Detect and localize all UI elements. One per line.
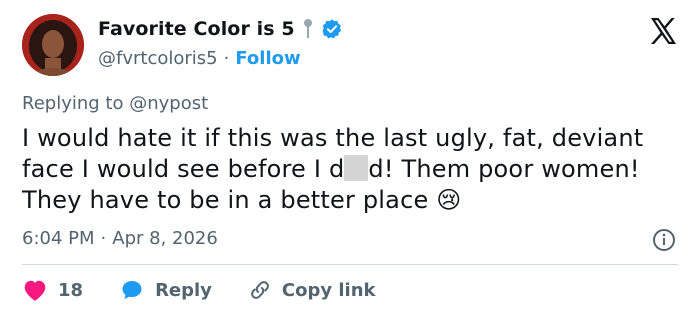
replying-to: Replying to @nypost (22, 93, 208, 114)
link-icon (251, 281, 269, 299)
heart-icon (24, 280, 46, 301)
tweet-timestamp[interactable]: 6:04 PM · Apr 8, 2026 (22, 228, 218, 249)
reply-icon (122, 281, 142, 299)
copy-link-label: Copy link (281, 279, 376, 301)
verified-badge-icon (322, 19, 341, 39)
follow-button[interactable]: Follow (235, 48, 300, 69)
x-logo-icon[interactable] (648, 16, 678, 46)
replying-mention[interactable]: @nypost (129, 93, 208, 114)
copy-link-button[interactable]: Copy link (248, 278, 376, 302)
action-bar: 18 Reply Copy link (22, 278, 412, 302)
tweet-text: I would hate it if this was the last ugl… (22, 123, 682, 216)
avatar[interactable] (22, 14, 84, 76)
author-handle-row: @fvrtcoloris5 · Follow (98, 48, 301, 69)
pin-icon (303, 19, 312, 38)
meta-separator: · (100, 228, 107, 249)
reply-label: Reply (155, 279, 212, 301)
likes-count: 18 (58, 279, 84, 301)
redaction-box (344, 155, 369, 181)
author-display-name[interactable]: Favorite Color is 5 (98, 18, 295, 40)
handle-separator: · (223, 48, 230, 69)
like-button[interactable]: 18 (22, 278, 83, 302)
tweet-date: Apr 8, 2026 (112, 228, 218, 249)
reply-button[interactable]: Reply (119, 278, 212, 302)
divider (22, 264, 678, 265)
info-icon[interactable] (652, 228, 676, 252)
author-name-row: Favorite Color is 5 (98, 18, 343, 40)
avatar-image (22, 14, 84, 76)
author-handle[interactable]: @fvrtcoloris5 (98, 48, 218, 69)
replying-prefix: Replying to (22, 93, 124, 114)
tweet-time: 6:04 PM (22, 228, 95, 249)
crying-emoji: 😢 (436, 186, 462, 214)
